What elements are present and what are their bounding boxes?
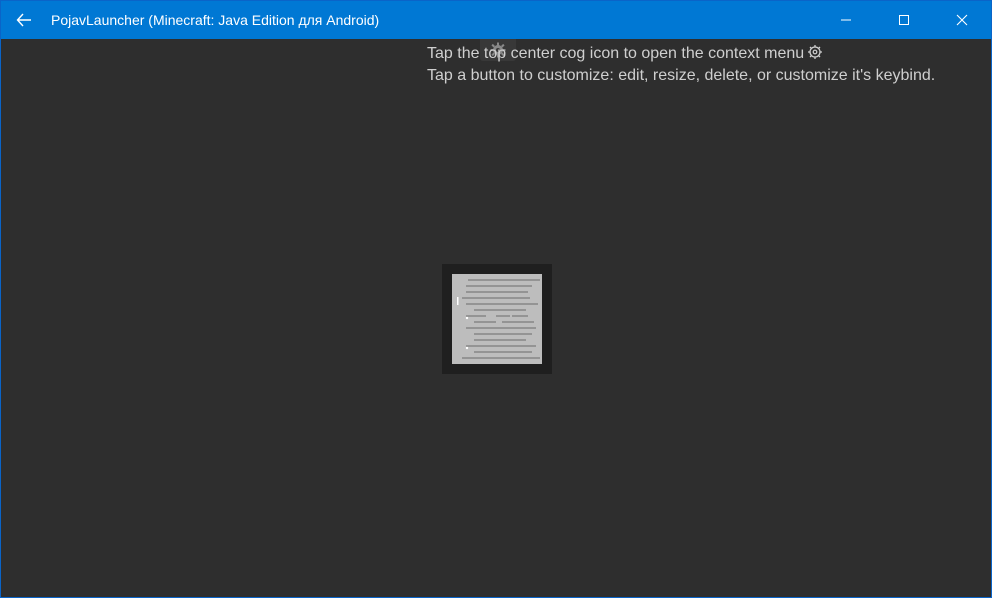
- arrow-left-icon: [16, 13, 31, 27]
- maximize-button[interactable]: [875, 1, 933, 39]
- close-icon: [956, 14, 968, 26]
- caption-buttons: [817, 1, 991, 39]
- customize-hints: Tap the top center cog icon to open the …: [427, 43, 935, 87]
- hint-line-context-menu: Tap the top center cog icon to open the …: [427, 43, 935, 65]
- back-button[interactable]: [1, 1, 47, 39]
- app-window: PojavLauncher (Minecraft: Java Edition д…: [0, 0, 992, 598]
- minimize-button[interactable]: [817, 1, 875, 39]
- close-button[interactable]: [933, 1, 991, 39]
- maximize-icon: [899, 15, 909, 25]
- minimize-icon: [841, 19, 851, 21]
- document-lines-icon: [452, 274, 542, 364]
- document-lines-graphic: [457, 279, 540, 359]
- title-bar: PojavLauncher (Minecraft: Java Edition д…: [1, 1, 991, 39]
- cog-inline-icon: [808, 45, 823, 59]
- game-content-area[interactable]: Tap the top center cog icon to open the …: [1, 39, 991, 597]
- hint-text-1: Tap the top center cog icon to open the …: [427, 45, 805, 62]
- window-title: PojavLauncher (Minecraft: Java Edition д…: [51, 12, 380, 28]
- hint-line-customize: Tap a button to customize: edit, resize,…: [427, 67, 936, 84]
- center-widget[interactable]: [442, 264, 552, 374]
